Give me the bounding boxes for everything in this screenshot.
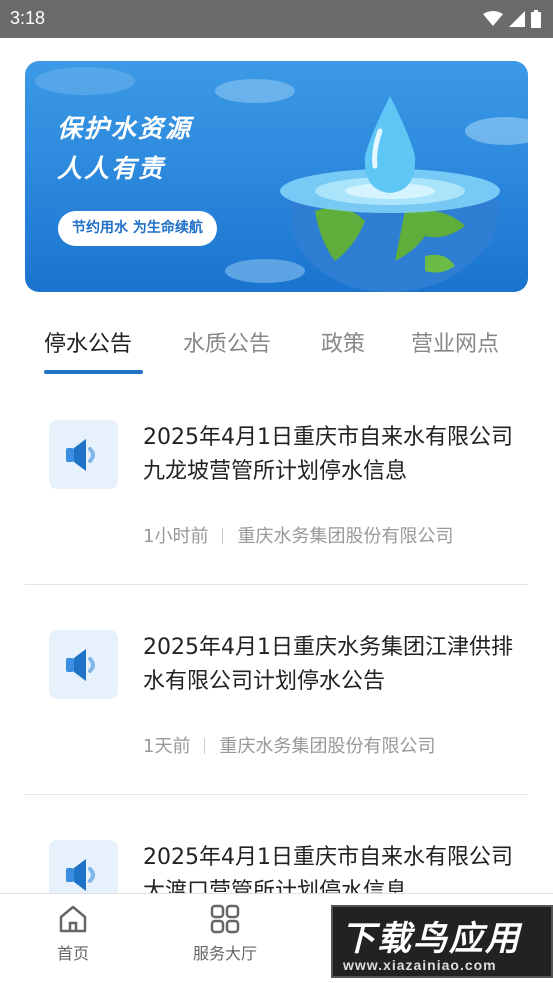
speaker-icon (66, 859, 95, 891)
list-item[interactable]: 2025年4月1日重庆水务集团江津供排水有限公司计划停水公告 1天前 重庆水务集团… (25, 605, 528, 795)
promo-banner[interactable]: 保护水资源 人人有责 节约用水 为生命续航 (25, 61, 528, 292)
meta-divider (204, 738, 206, 754)
tab-service-outlets[interactable]: 营业网点 (411, 326, 499, 358)
nav-home-label: 首页 (56, 944, 89, 963)
notice-title: 2025年4月1日重庆水务集团江津供排水有限公司计划停水公告 (143, 635, 513, 694)
speaker-icon-box (49, 630, 118, 699)
notice-time: 1小时前 (143, 526, 209, 547)
signal-icon (509, 11, 525, 27)
notice-source: 重庆水务集团股份有限公司 (219, 736, 436, 757)
tab-water-quality[interactable]: 水质公告 (183, 326, 271, 358)
speaker-icon (66, 649, 95, 681)
speaker-icon (66, 439, 95, 471)
notice-meta: 1天前 重庆水务集团股份有限公司 (143, 732, 435, 758)
watermark-text: 下载鸟应用 (341, 919, 521, 959)
banner-slogan-pill: 节约用水 为生命续航 (58, 211, 217, 246)
tab-outage-notice[interactable]: 停水公告 (44, 326, 132, 358)
status-bar: 3:18 (0, 0, 553, 38)
home-icon (59, 905, 87, 933)
notice-time: 1天前 (143, 736, 191, 757)
watermark-url: www.xiazainiao.com (343, 957, 497, 973)
status-icons (483, 10, 541, 28)
active-tab-indicator (44, 370, 143, 374)
status-time: 3:18 (10, 8, 46, 28)
banner-title-line2: 人人有责 (57, 154, 166, 183)
tab-policy[interactable]: 政策 (321, 326, 365, 358)
nav-service-hall[interactable]: 服务大厅 (175, 904, 275, 964)
notice-title: 2025年4月1日重庆市自来水有限公司九龙坡营管所计划停水信息 (143, 425, 513, 484)
nav-home[interactable]: 首页 (23, 904, 123, 964)
banner-title-line1: 保护水资源 (57, 114, 193, 143)
meta-divider (222, 528, 224, 544)
notice-tabs: 停水公告 水质公告 政策 营业网点 (0, 318, 553, 378)
grid-icon (210, 904, 240, 934)
list-item[interactable]: 2025年4月1日重庆市自来水有限公司九龙坡营管所计划停水信息 1小时前 重庆水务… (25, 395, 528, 585)
wifi-icon (483, 11, 503, 26)
notice-meta: 1小时前 重庆水务集团股份有限公司 (143, 522, 453, 548)
site-watermark: 下载鸟应用 www.xiazainiao.com (331, 905, 553, 978)
battery-icon (531, 10, 541, 28)
notice-source: 重庆水务集团股份有限公司 (237, 526, 454, 547)
speaker-icon-box (49, 420, 118, 489)
nav-service-hall-label: 服务大厅 (192, 944, 257, 963)
